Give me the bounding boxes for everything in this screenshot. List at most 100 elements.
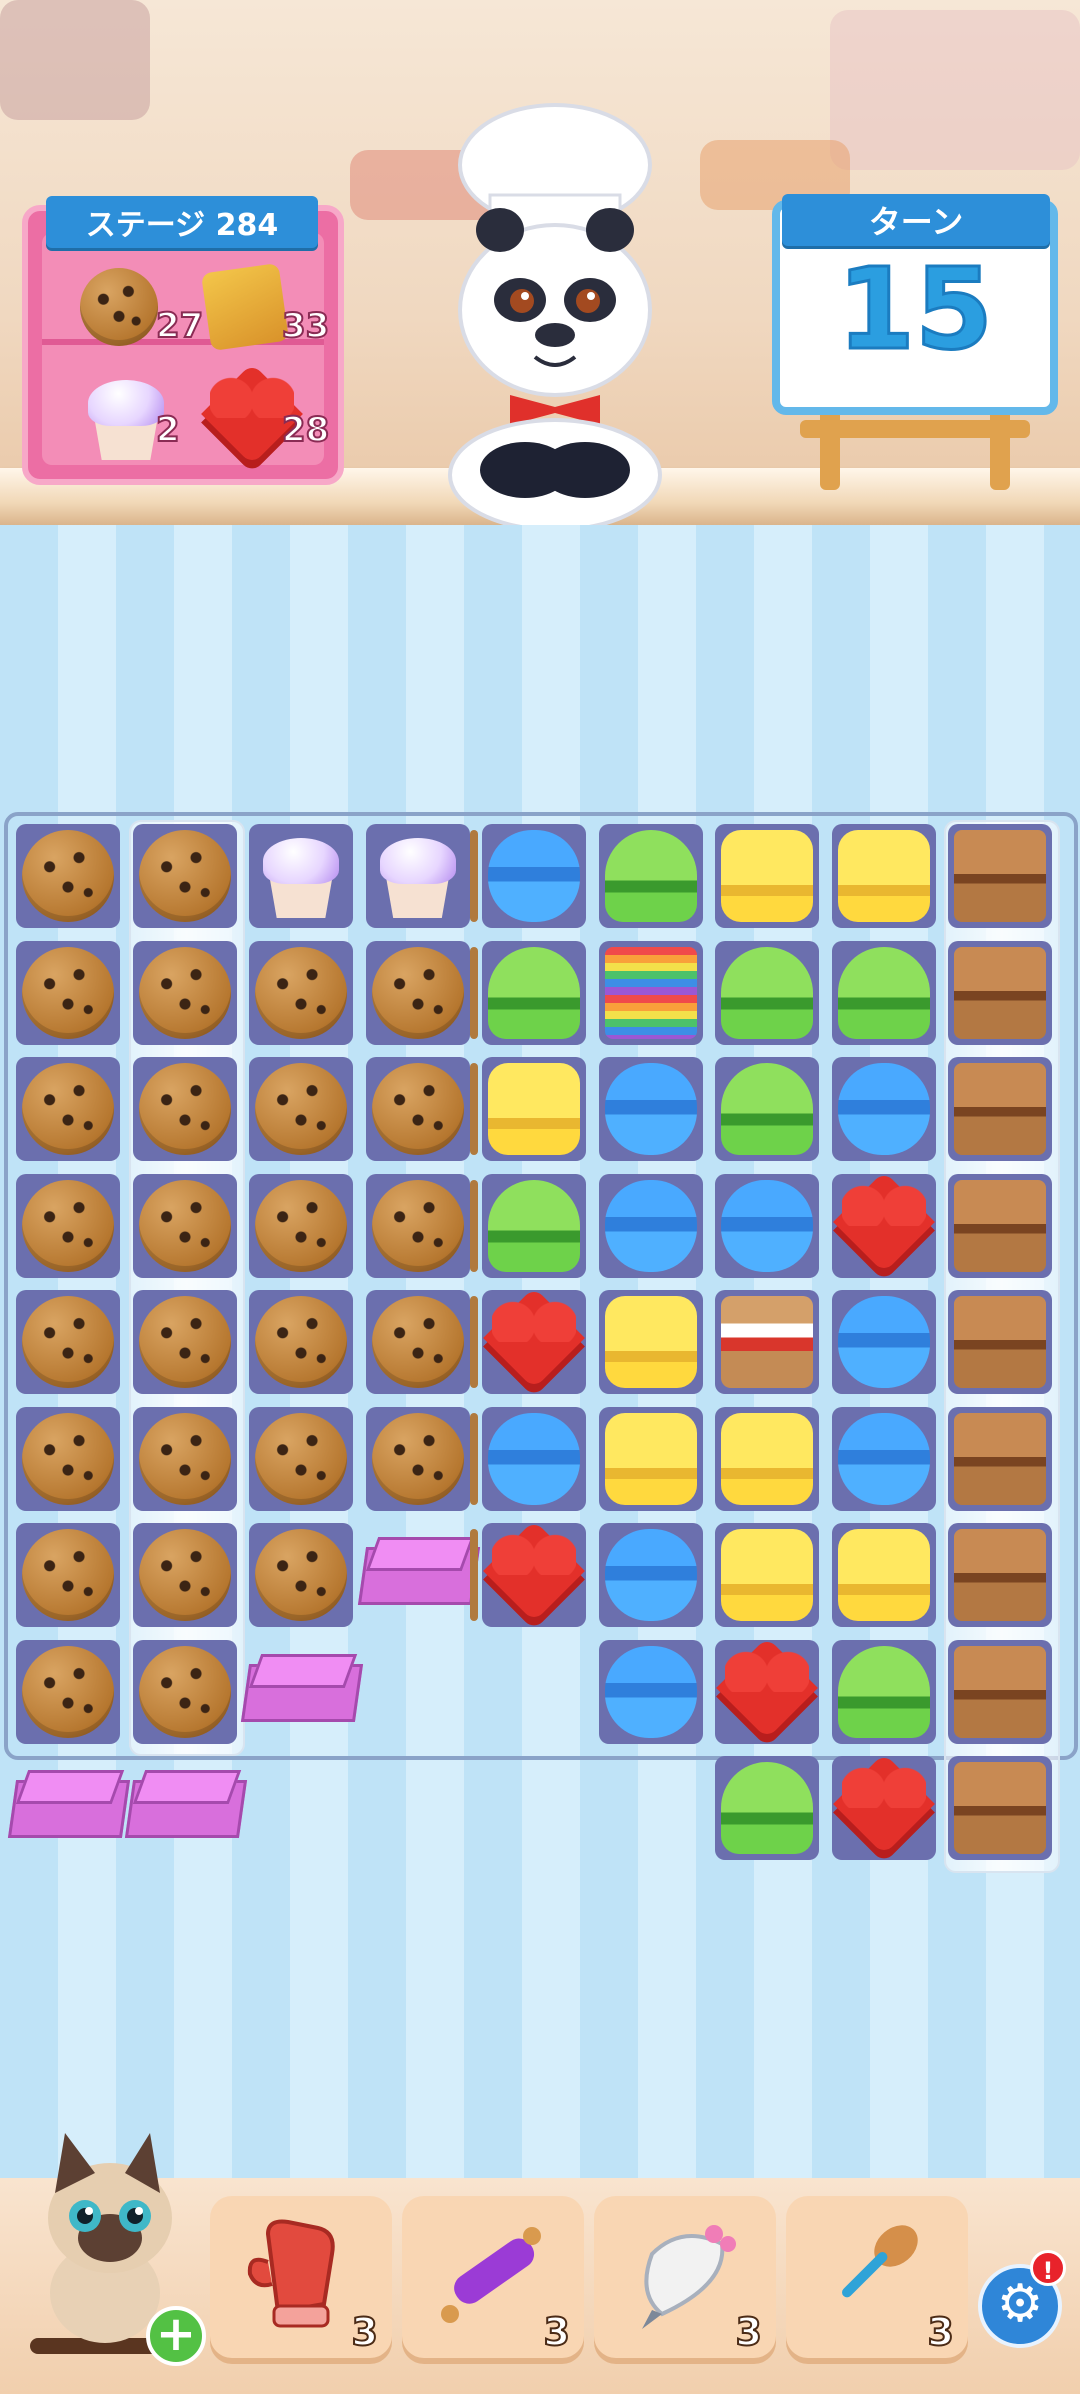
board-cell[interactable] [132,940,237,1045]
board-cell[interactable] [598,1057,703,1161]
board-cell[interactable] [16,1406,120,1511]
cake-tile[interactable] [604,946,697,1039]
board-cell[interactable] [482,1406,586,1511]
board-cell[interactable] [249,1290,353,1394]
macaron-yellow-tile[interactable] [604,1296,697,1388]
board-cell[interactable] [482,824,586,928]
board-cell[interactable] [132,1290,237,1394]
cookie-tile[interactable] [22,1412,114,1505]
cookie-tile[interactable] [371,946,464,1039]
brownie-tile[interactable] [954,1529,1046,1621]
board-cell[interactable] [715,1523,819,1627]
board-cell[interactable] [482,940,586,1045]
board-cell[interactable] [482,1173,586,1278]
board-cell[interactable] [948,1290,1052,1394]
board-cell[interactable] [249,1057,353,1161]
macaron-blue-tile[interactable] [488,830,580,922]
cupcake-tile[interactable] [372,830,464,922]
cookie-tile[interactable] [255,1063,347,1155]
board-cell[interactable] [831,1290,936,1394]
board-cell[interactable] [948,940,1052,1045]
macaron-blue-tile[interactable] [837,1063,930,1155]
board-cell[interactable] [948,824,1052,928]
board-cell[interactable] [715,1057,819,1161]
board-cell[interactable] [365,940,470,1045]
board-cell[interactable] [132,1173,237,1278]
board-cell[interactable] [948,1057,1052,1161]
board-cell[interactable] [16,1523,120,1627]
macaron-blue-tile[interactable] [837,1296,930,1388]
board-cell[interactable] [16,1639,120,1744]
board-cell[interactable] [598,1406,703,1511]
macaron-green-tile[interactable] [837,946,930,1039]
board-cell[interactable] [249,1523,353,1627]
macaron-green-tile[interactable] [488,946,580,1039]
board-cell[interactable] [598,1639,703,1744]
board-cell[interactable] [482,1523,586,1627]
board-cell[interactable] [132,824,237,928]
board-cell[interactable] [365,1406,470,1511]
macaron-green-tile[interactable] [604,830,697,922]
board-cell[interactable] [715,1639,819,1744]
heart-tile[interactable] [488,1296,580,1388]
board-cell[interactable] [598,940,703,1045]
board-cell[interactable] [948,1406,1052,1511]
brownie-tile[interactable] [954,1179,1046,1272]
board-cell[interactable] [249,940,353,1045]
cookie-tile[interactable] [138,1296,231,1388]
macaron-blue-tile[interactable] [604,1529,697,1621]
heart-tile[interactable] [721,1646,813,1738]
brownie-tile[interactable] [954,1645,1046,1738]
spoon-booster[interactable]: 3 [786,2196,968,2364]
macaron-yellow-tile[interactable] [721,1412,813,1505]
heart-tile[interactable] [488,1529,580,1621]
macaron-yellow-tile[interactable] [488,1063,580,1155]
brownie-tile[interactable] [954,1296,1046,1388]
cookie-tile[interactable] [255,1529,347,1621]
macaron-blue-tile[interactable] [604,1645,697,1738]
cookie-tile[interactable] [138,830,231,922]
board-cell[interactable] [715,940,819,1045]
board-cell[interactable] [831,1057,936,1161]
board-cell[interactable] [948,1173,1052,1278]
cookie-tile[interactable] [255,1296,347,1388]
cookie-tile[interactable] [255,1412,347,1505]
macaron-green-tile[interactable] [721,1762,813,1854]
cookie-tile[interactable] [22,1179,114,1272]
cookie-tile[interactable] [138,1179,231,1272]
piping-bag-booster[interactable]: 3 [594,2196,776,2364]
smores-tile[interactable] [721,1296,813,1388]
board-cell[interactable] [365,1057,470,1161]
add-helper-button[interactable]: + [146,2306,206,2366]
macaron-yellow-tile[interactable] [837,830,930,922]
board-cell[interactable] [598,1173,703,1278]
board-cell[interactable] [249,1173,353,1278]
cookie-tile[interactable] [22,830,114,922]
board-cell[interactable] [132,1523,237,1627]
brownie-tile[interactable] [954,1063,1046,1155]
macaron-blue-tile[interactable] [604,1063,697,1155]
board-cell[interactable] [715,1290,819,1394]
cookie-tile[interactable] [22,1296,114,1388]
board-cell[interactable] [715,1406,819,1511]
cookie-tile[interactable] [371,1179,464,1272]
board-cell[interactable] [715,824,819,928]
board-cell[interactable] [715,1173,819,1278]
board-cell[interactable] [365,1173,470,1278]
board-cell[interactable] [365,824,470,928]
board-cell[interactable] [16,940,120,1045]
board-cell[interactable] [831,940,936,1045]
cookie-tile[interactable] [138,946,231,1039]
board-cell[interactable] [132,1639,237,1744]
cookie-tile[interactable] [371,1412,464,1505]
cookie-tile[interactable] [138,1412,231,1505]
cookie-tile[interactable] [255,1179,347,1272]
heart-tile[interactable] [838,1762,930,1854]
board-cell[interactable] [16,1173,120,1278]
cookie-tile[interactable] [22,946,114,1039]
board-cell[interactable] [365,1290,470,1394]
board-cell[interactable] [16,824,120,928]
brownie-tile[interactable] [954,1762,1046,1854]
board-cell[interactable] [482,1290,586,1394]
cookie-tile[interactable] [22,1529,114,1621]
